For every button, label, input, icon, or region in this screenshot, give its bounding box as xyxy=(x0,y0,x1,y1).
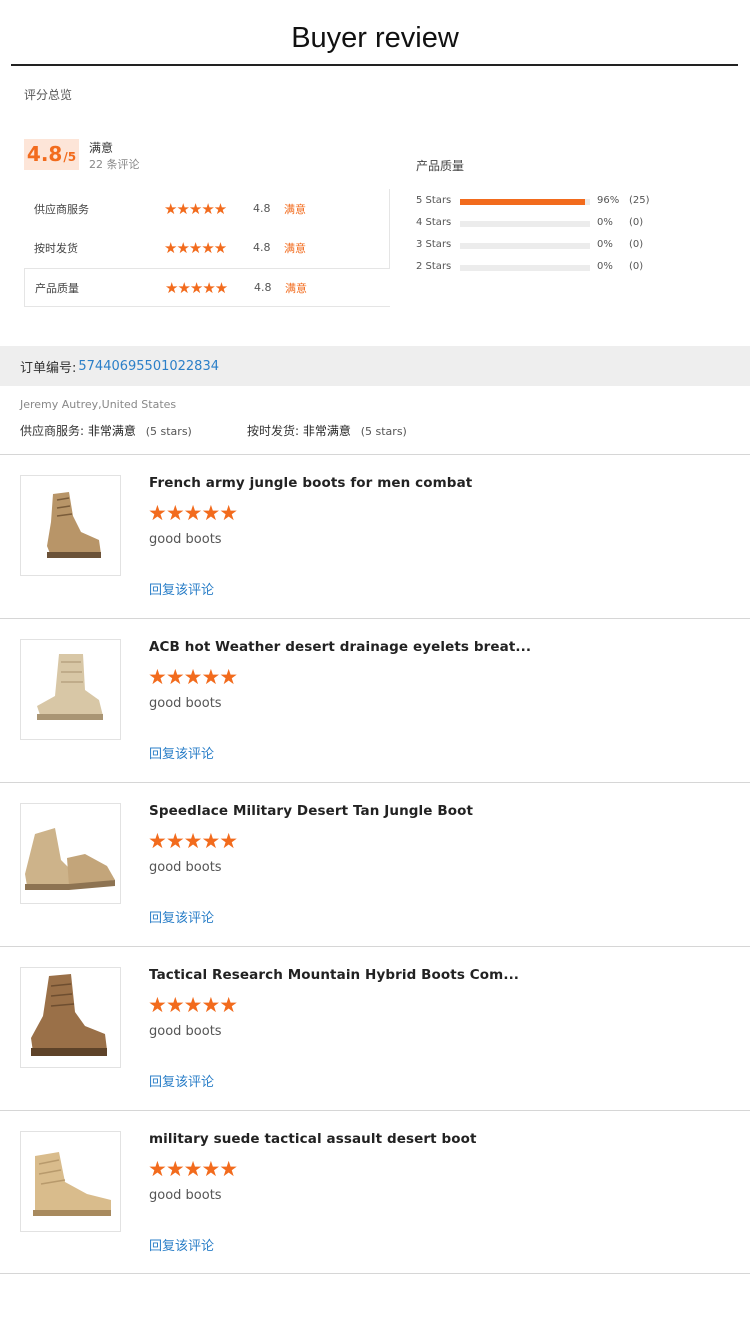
distribution-row: 2 Stars 0% (0) xyxy=(416,261,696,275)
review-count: 22 条评论 xyxy=(89,158,140,171)
product-thumbnail[interactable] xyxy=(20,639,121,740)
reply-review-link[interactable]: 回复该评论 xyxy=(149,907,214,926)
reply-review-link[interactable]: 回复该评论 xyxy=(149,1235,214,1254)
overview-label: 评分总览 xyxy=(24,88,73,102)
buyer-supplier-stars: (5 stars) xyxy=(145,425,192,438)
review-text: good boots xyxy=(149,1024,222,1039)
product-thumbnail[interactable] xyxy=(20,803,121,904)
order-bar: 订单编号: 57440695501022834 xyxy=(0,346,750,386)
boot-image-icon xyxy=(31,974,107,1056)
review-item: French army jungle boots for men combat … xyxy=(0,454,750,618)
reply-review-link[interactable]: 回复该评论 xyxy=(149,579,214,598)
review-item: ACB hot Weather desert drainage eyelets … xyxy=(0,618,750,782)
quality-title: 产品质量 xyxy=(416,159,465,173)
buyer-name: Jeremy Autrey,United States xyxy=(20,398,177,411)
product-title[interactable]: French army jungle boots for men combat xyxy=(149,475,472,491)
order-number-link[interactable]: 57440695501022834 xyxy=(78,359,219,374)
distribution-count: (0) xyxy=(629,261,644,272)
distribution-label: 2 Stars xyxy=(416,261,452,272)
rating-row-quality[interactable]: 产品质量 ★★★★★ 4.8 满意 xyxy=(24,268,390,307)
boot-image-icon xyxy=(25,828,115,890)
distribution-percent: 0% xyxy=(597,261,613,272)
review-text: good boots xyxy=(149,1188,222,1203)
distribution-count: (0) xyxy=(629,217,644,228)
product-title[interactable]: Tactical Research Mountain Hybrid Boots … xyxy=(149,967,519,983)
order-label: 订单编号: xyxy=(20,360,77,376)
product-title[interactable]: ACB hot Weather desert drainage eyelets … xyxy=(149,639,531,655)
product-thumbnail[interactable] xyxy=(20,1131,121,1232)
distribution-track xyxy=(460,265,590,271)
distribution-row: 4 Stars 0% (0) xyxy=(416,217,696,231)
distribution-count: (0) xyxy=(629,239,644,250)
page-title: Buyer review xyxy=(291,22,459,54)
distribution-track xyxy=(460,199,590,205)
buyer-shipping-stars: (5 stars) xyxy=(360,425,407,438)
rating-verdict: 满意 xyxy=(284,241,306,255)
buyer-shipping-label: 按时发货: xyxy=(247,424,300,438)
rating-row-shipping[interactable]: 按时发货 ★★★★★ 4.8 满意 xyxy=(24,228,390,267)
rating-verdict: 满意 xyxy=(284,202,306,216)
buyer-shipping-value: 非常满意 xyxy=(302,424,351,438)
distribution-track xyxy=(460,243,590,249)
review-text: good boots xyxy=(149,860,222,875)
product-thumbnail[interactable] xyxy=(20,967,121,1068)
product-title[interactable]: Speedlace Military Desert Tan Jungle Boo… xyxy=(149,803,473,819)
distribution-track xyxy=(460,221,590,227)
rating-score: 4.8 xyxy=(253,202,271,215)
list-bottom-divider xyxy=(0,1273,750,1274)
star-icons: ★★★★★ xyxy=(165,278,228,297)
rating-row-supplier[interactable]: 供应商服务 ★★★★★ 4.8 满意 xyxy=(24,189,390,228)
overall-score-badge: 4.8 /5 xyxy=(24,139,79,170)
distribution-percent: 96% xyxy=(597,195,620,206)
buyer-supplier-rating: 供应商服务: 非常满意 (5 stars) xyxy=(20,422,192,439)
distribution-label: 5 Stars xyxy=(416,195,452,206)
reply-review-link[interactable]: 回复该评论 xyxy=(149,743,214,762)
star-rating-icons: ★★★★★ xyxy=(148,829,238,853)
review-item: Speedlace Military Desert Tan Jungle Boo… xyxy=(0,782,750,946)
star-icons: ★★★★★ xyxy=(164,199,227,218)
overall-score: 4.8 xyxy=(26,142,63,166)
rating-label: 产品质量 xyxy=(35,281,79,295)
distribution-label: 4 Stars xyxy=(416,217,452,228)
review-item: Tactical Research Mountain Hybrid Boots … xyxy=(0,946,750,1110)
star-rating-icons: ★★★★★ xyxy=(148,501,238,525)
rating-table: 供应商服务 ★★★★★ 4.8 满意 按时发货 ★★★★★ 4.8 满意 产品质… xyxy=(24,189,390,307)
star-rating-icons: ★★★★★ xyxy=(148,1157,238,1181)
distribution-fill xyxy=(460,199,585,205)
distribution-row: 5 Stars 96% (25) xyxy=(416,195,696,209)
rating-score: 4.8 xyxy=(254,281,272,294)
boot-image-icon xyxy=(37,654,103,720)
boot-image-icon xyxy=(47,492,101,558)
product-title[interactable]: military suede tactical assault desert b… xyxy=(149,1131,477,1147)
buyer-supplier-label: 供应商服务: xyxy=(20,424,85,438)
distribution-count: (25) xyxy=(629,195,650,206)
rating-score: 4.8 xyxy=(253,241,271,254)
distribution-row: 3 Stars 0% (0) xyxy=(416,239,696,253)
review-text: good boots xyxy=(149,696,222,711)
boot-image-icon xyxy=(33,1152,111,1216)
distribution-label: 3 Stars xyxy=(416,239,452,250)
buyer-supplier-value: 非常满意 xyxy=(87,424,136,438)
title-divider xyxy=(11,64,738,66)
star-rating-icons: ★★★★★ xyxy=(148,665,238,689)
distribution-percent: 0% xyxy=(597,239,613,250)
reply-review-link[interactable]: 回复该评论 xyxy=(149,1071,214,1090)
buyer-shipping-rating: 按时发货: 非常满意 (5 stars) xyxy=(247,422,407,439)
distribution-percent: 0% xyxy=(597,217,613,228)
star-rating-icons: ★★★★★ xyxy=(148,993,238,1017)
star-icons: ★★★★★ xyxy=(164,238,227,257)
rating-label: 按时发货 xyxy=(34,241,78,255)
rating-label: 供应商服务 xyxy=(34,202,89,216)
review-text: good boots xyxy=(149,532,222,547)
overall-score-suffix: /5 xyxy=(63,150,77,164)
rating-verdict: 满意 xyxy=(285,281,307,295)
product-thumbnail[interactable] xyxy=(20,475,121,576)
overall-verdict: 满意 xyxy=(89,141,114,155)
review-item: military suede tactical assault desert b… xyxy=(0,1110,750,1274)
